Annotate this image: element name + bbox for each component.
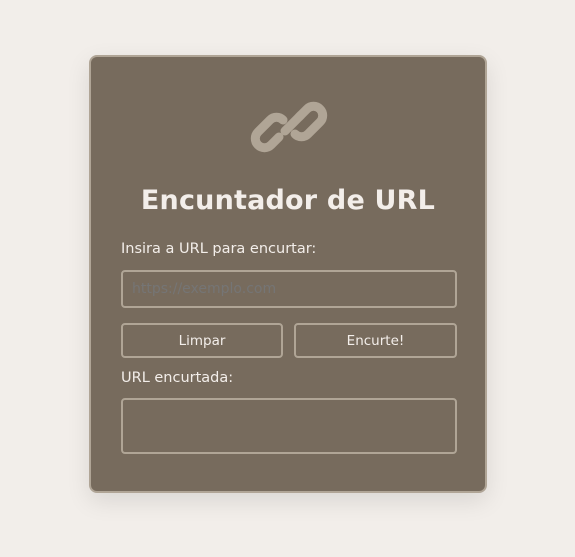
shortened-url-label: URL encurtada: (121, 370, 234, 386)
shorten-button[interactable]: Encurte! (294, 323, 457, 358)
url-shortener-card: Encuntador de URL Insira a URL para encu… (89, 55, 487, 493)
url-input-label: Insira a URL para encurtar: (121, 241, 317, 257)
shortened-url-output[interactable] (121, 398, 457, 454)
url-input[interactable] (121, 270, 457, 308)
clear-button-label: Limpar (178, 332, 226, 349)
link-icon (250, 101, 328, 153)
shorten-button-label: Encurte! (346, 332, 405, 349)
clear-button[interactable]: Limpar (121, 323, 283, 358)
page-title: Encuntador de URL (140, 185, 436, 216)
